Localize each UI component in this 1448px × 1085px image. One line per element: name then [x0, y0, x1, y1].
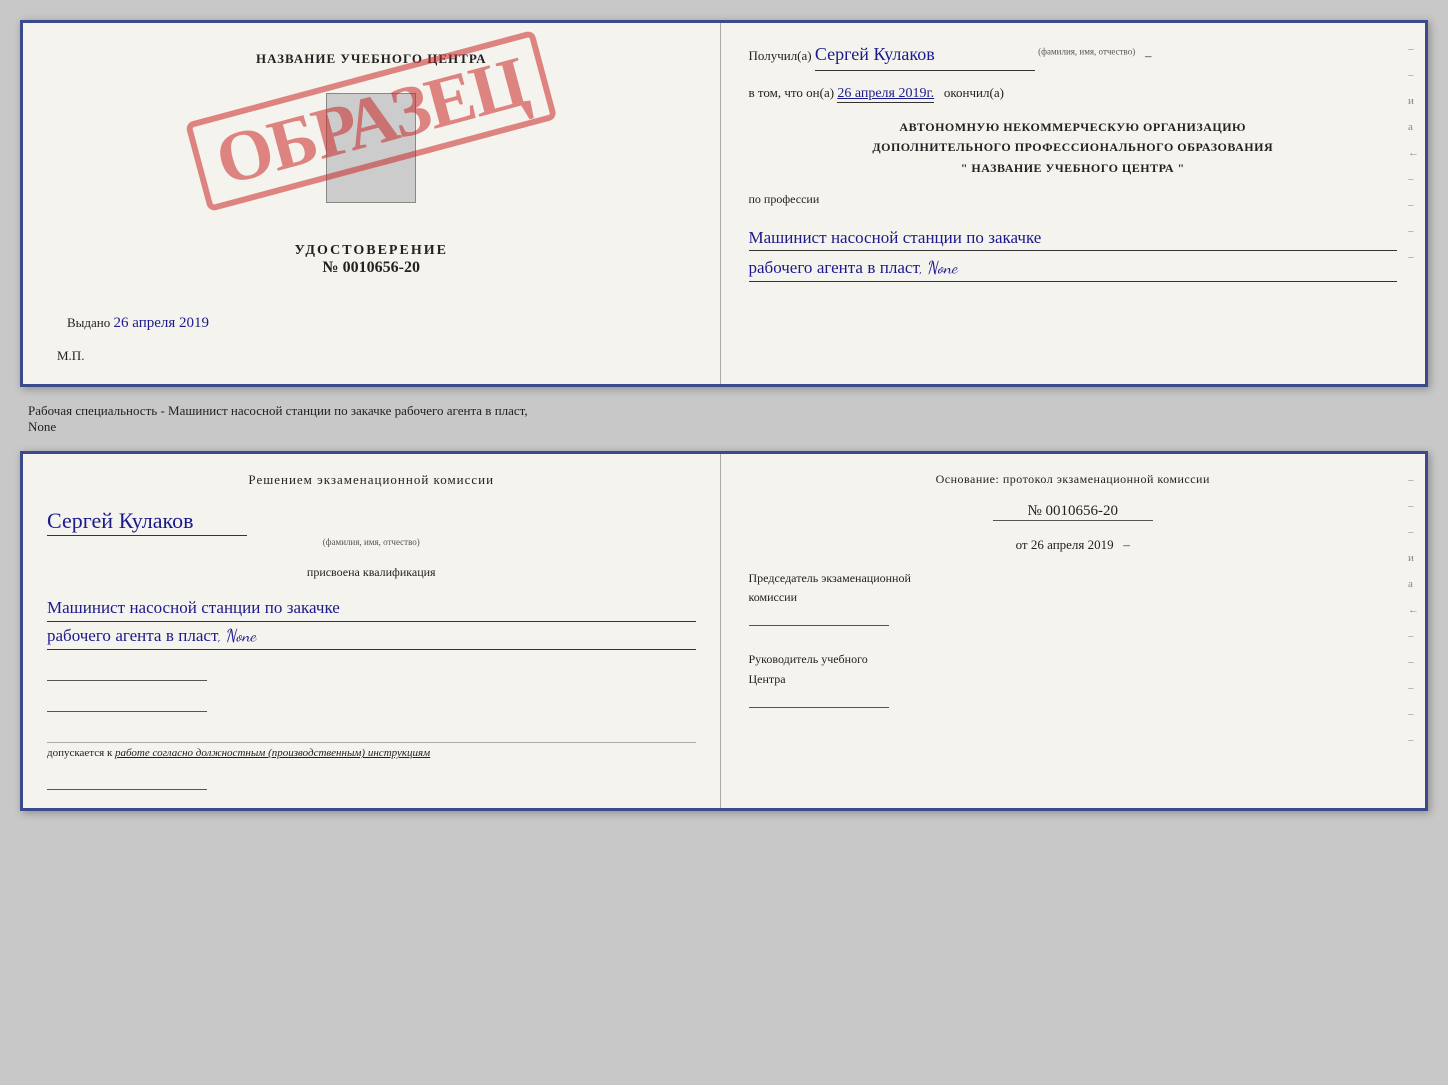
qualification-block: Машинист насосной станции по закачке раб… [47, 594, 696, 650]
profession-line1: Машинист насосной станции по закачке [749, 225, 1398, 252]
bottom-doc-right: Основание: протокол экзаменационной коми… [721, 454, 1426, 808]
predsedatel-line1: Председатель экзаменационной [749, 569, 1398, 588]
ot-label: от [1016, 537, 1028, 552]
predsedatel-sig-line [749, 625, 889, 626]
profession-line2: рабочего агента в пласт, None [749, 255, 1398, 282]
org-line3: " НАЗВАНИЕ УЧЕБНОГО ЦЕНТРА " [749, 158, 1398, 178]
poluchil-name: Сергей Кулаков [815, 41, 1035, 71]
rukovoditel-block: Руководитель учебного Центра [749, 650, 1398, 707]
resheniem-title: Решением экзаменационной комиссии [47, 472, 696, 488]
predsedatel-line2: комиссии [749, 588, 1398, 607]
top-doc-left: НАЗВАНИЕ УЧЕБНОГО ЦЕНТРА ОБРАЗЕЦ УДОСТОВ… [23, 23, 721, 384]
vtom-label: в том, что он(а) [749, 85, 835, 100]
vtom-line: в том, что он(а) 26 апреля 2019г. окончи… [749, 85, 1398, 103]
poluchil-label: Получил(а) [749, 48, 812, 63]
protocol-num-block: № 0010656-20 [749, 503, 1398, 521]
okonchil-label: окончил(а) [944, 85, 1004, 100]
signature-line-3 [47, 789, 207, 790]
udostoverenie-label: УДОСТОВЕРЕНИЕ [295, 243, 448, 259]
signature-line-2 [47, 711, 207, 712]
stamp-area: ОБРАЗЕЦ УДОСТОВЕРЕНИЕ № 0010656-20 [47, 85, 696, 277]
org-line2: ДОПОЛНИТЕЛЬНОГО ПРОФЕССИОНАЛЬНОГО ОБРАЗО… [749, 137, 1398, 157]
qualification-line2: рабочего агента в пласт, None [47, 622, 696, 650]
udostoverenie-block: УДОСТОВЕРЕНИЕ № 0010656-20 [295, 243, 448, 277]
ot-line: от 26 апреля 2019 – [749, 537, 1398, 553]
bottom-doc-left: Решением экзаменационной комиссии Сергей… [23, 454, 721, 808]
udostoverenie-num: № 0010656-20 [295, 259, 448, 277]
dopuskaetsya-label: допускается к [47, 747, 112, 759]
rukovoditel-line2: Центра [749, 670, 1398, 689]
dopuskaetsya-block: допускается к работе согласно должностны… [47, 742, 696, 759]
between-text: Рабочая специальность - Машинист насосно… [20, 399, 1428, 439]
top-doc-right: Получил(а) Сергей Кулаков (фамилия, имя,… [721, 23, 1426, 384]
vydano-label: Выдано [67, 315, 110, 330]
dash1: – [1145, 48, 1152, 63]
vydano-line: Выдано 26 апреля 2019 [47, 315, 696, 332]
dopuskaetsya-text: работе согласно должностным (производств… [115, 747, 430, 759]
person-name-block: Сергей Кулаков (фамилия, имя, отчество) [47, 508, 696, 547]
org-line1: АВТОНОМНУЮ НЕКОММЕРЧЕСКУЮ ОРГАНИЗАЦИЮ [749, 117, 1398, 137]
poluchil-hint: (фамилия, имя, отчество) [1038, 47, 1135, 57]
osnovanie-title: Основание: протокол экзаменационной коми… [749, 472, 1398, 487]
qualification-line1: Машинист насосной станции по закачке [47, 594, 696, 622]
prisvoena-label: присвоена квалификация [47, 565, 696, 580]
mp-label: М.П. [47, 348, 696, 364]
vydano-date: 26 апреля 2019 [114, 315, 210, 331]
org-block: АВТОНОМНУЮ НЕКОММЕРЧЕСКУЮ ОРГАНИЗАЦИЮ ДО… [749, 117, 1398, 178]
top-document: НАЗВАНИЕ УЧЕБНОГО ЦЕНТРА ОБРАЗЕЦ УДОСТОВ… [20, 20, 1428, 387]
fio-hint: (фамилия, имя, отчество) [47, 537, 696, 547]
person-name: Сергей Кулаков [47, 508, 247, 536]
rukovoditel-sig-line [749, 707, 889, 708]
profession-block: Машинист насосной станции по закачке раб… [749, 221, 1398, 282]
right-dashes-bottom: – – – и а ← – – – – – [1408, 474, 1419, 746]
poluchil-line: Получил(а) Сергей Кулаков (фамилия, имя,… [749, 41, 1398, 71]
vtom-date: 26 апреля 2019г. [837, 86, 934, 103]
protocol-num: № 0010656-20 [993, 503, 1153, 521]
right-dashes: – – и а ← – – – – [1408, 43, 1419, 263]
predsedatel-block: Председатель экзаменационной комиссии [749, 569, 1398, 626]
ot-date: 26 апреля 2019 [1031, 537, 1114, 552]
signature-line-1 [47, 680, 207, 681]
rukovoditel-line1: Руководитель учебного [749, 650, 1398, 669]
po-professii-label: по профессии [749, 192, 1398, 207]
bottom-document: Решением экзаменационной комиссии Сергей… [20, 451, 1428, 811]
